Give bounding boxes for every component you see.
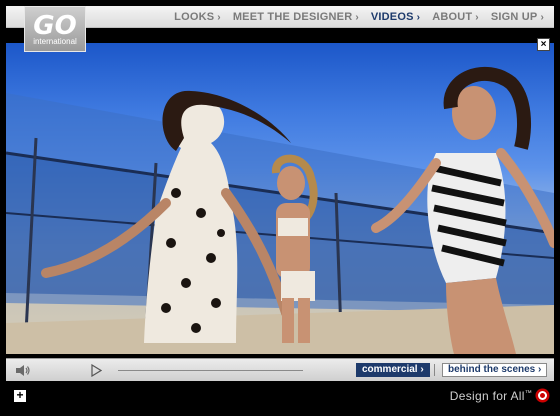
volume-icon[interactable] — [15, 364, 31, 377]
behind-the-scenes-button[interactable]: behind the scenes › — [442, 363, 548, 377]
nav-videos[interactable]: VIDEOS › — [371, 11, 420, 23]
play-icon[interactable] — [90, 364, 102, 377]
nav-about[interactable]: ABOUT › — [432, 11, 479, 23]
commercial-button[interactable]: commercial › — [356, 363, 430, 377]
logo-main-text: GO — [33, 10, 77, 41]
header-strip — [6, 29, 554, 43]
segment-divider — [434, 364, 435, 376]
top-nav-bar: LOOKS › MEET THE DESIGNER › VIDEOS › ABOUT ›… — [6, 6, 554, 28]
video-still — [6, 67, 554, 354]
logo-sub-text: international — [33, 36, 77, 46]
close-video-button[interactable]: × — [537, 38, 550, 51]
player-controls: commercial › behind the scenes › — [6, 358, 554, 381]
nav-sign-up[interactable]: SIGN UP › — [491, 11, 544, 23]
design-for-all-tagline: Design for All™ — [449, 389, 532, 403]
app-frame: LOOKS › MEET THE DESIGNER › VIDEOS › ABOUT ›… — [0, 0, 560, 416]
go-international-logo[interactable]: GO international — [24, 6, 86, 52]
expand-plus-button[interactable]: + — [14, 389, 26, 402]
nav-looks[interactable]: LOOKS › — [174, 11, 221, 23]
footer-bar: + Design for All™ — [6, 382, 554, 410]
target-bullseye-icon — [535, 388, 550, 403]
progress-track[interactable] — [118, 370, 303, 371]
video-player-frame[interactable] — [6, 43, 554, 354]
main-nav: LOOKS › MEET THE DESIGNER › VIDEOS › ABOUT ›… — [174, 6, 544, 28]
nav-meet-the-designer[interactable]: MEET THE DESIGNER › — [233, 11, 359, 23]
